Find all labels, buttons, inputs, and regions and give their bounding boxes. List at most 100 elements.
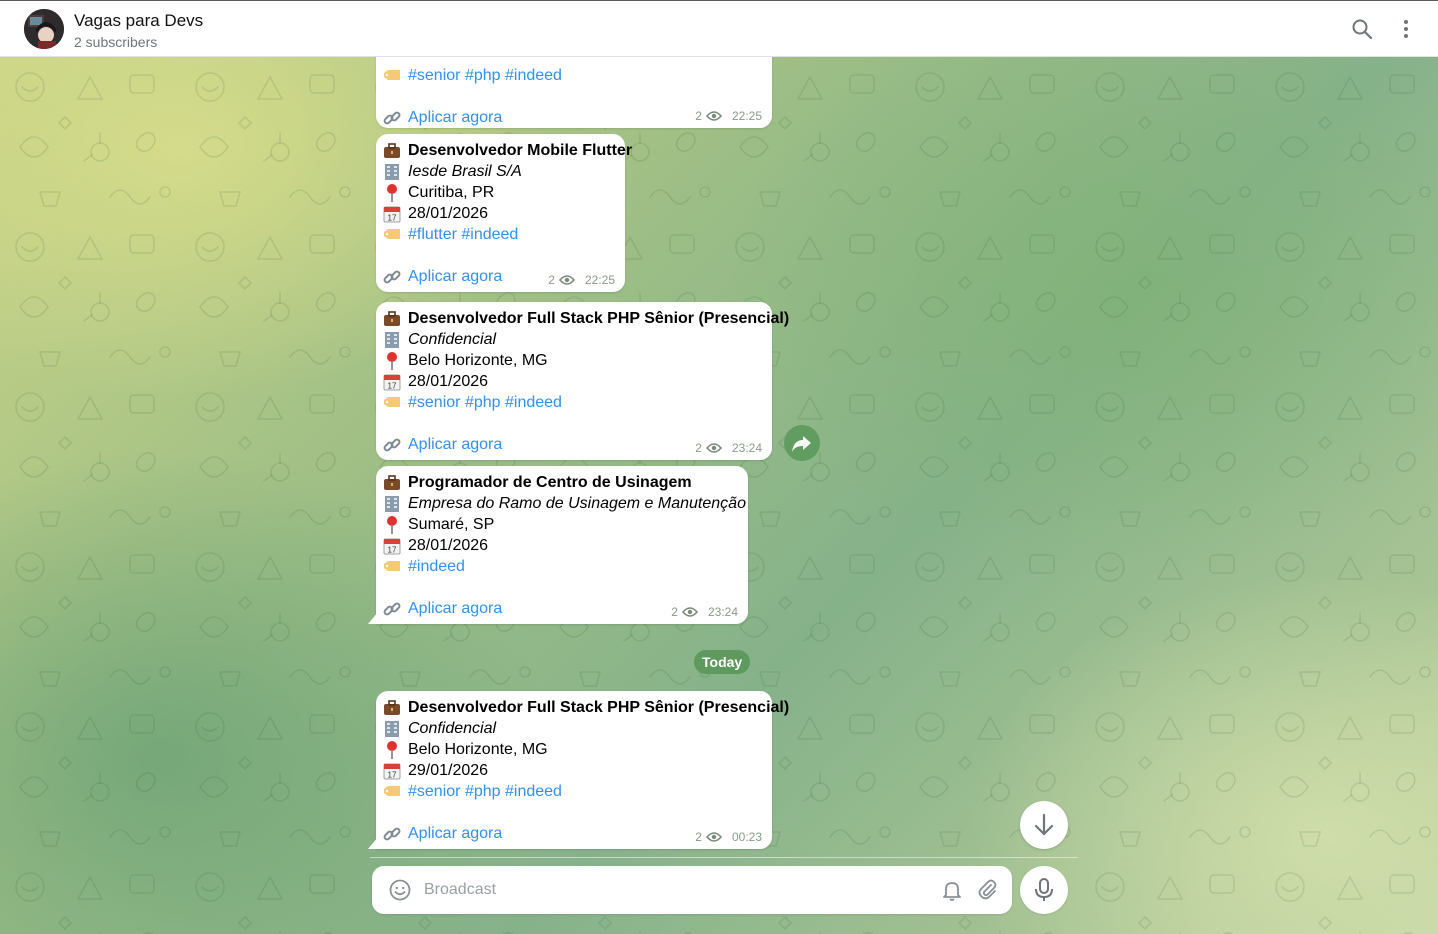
job-date: 28/01/2026 xyxy=(408,373,489,390)
message-meta: 2 23:24 xyxy=(695,441,762,455)
calendar-icon: 17 xyxy=(382,761,402,781)
scroll-to-bottom-button[interactable] xyxy=(1020,801,1068,849)
label-tag-icon xyxy=(382,393,402,413)
company-name: Confidencial xyxy=(408,720,497,737)
job-title-line: Desenvolvedor Full Stack PHP Sênior (Pre… xyxy=(382,308,789,329)
svg-text:17: 17 xyxy=(388,546,397,555)
chat-header[interactable]: Vagas para Devs 2 subscribers xyxy=(0,1,1438,57)
job-title-line: Programador de Centro de Usinagem xyxy=(382,472,740,493)
search-icon[interactable] xyxy=(1350,17,1374,41)
apply-link[interactable]: Aplicar agora xyxy=(408,268,502,285)
message-bubble[interactable]: Desenvolvedor Full Stack PHP Sênior (Pre… xyxy=(376,691,789,849)
job-title: Desenvolvedor Full Stack PHP Sênior (Pre… xyxy=(408,699,790,716)
forward-icon xyxy=(792,436,811,452)
link-icon xyxy=(382,824,402,844)
hashtag-link[interactable]: #php xyxy=(465,67,501,84)
job-location: Belo Horizonte, MG xyxy=(408,352,548,369)
company-line: Confidencial xyxy=(382,718,764,739)
job-location: Belo Horizonte, MG xyxy=(408,741,548,758)
view-count: 2 xyxy=(671,605,678,619)
apply-link[interactable]: Aplicar agora xyxy=(408,109,502,126)
svg-text:17: 17 xyxy=(388,382,397,391)
link-icon xyxy=(382,599,402,619)
label-tag-icon xyxy=(382,782,402,802)
eye-icon xyxy=(705,111,722,121)
hashtag-link[interactable]: #flutter xyxy=(408,226,457,243)
channel-title[interactable]: Vagas para Devs xyxy=(74,11,203,31)
briefcase-icon xyxy=(382,473,402,493)
job-title-line: Desenvolvedor Full Stack PHP Sênior (Pre… xyxy=(382,697,789,718)
company-name: Iesde Brasil S/A xyxy=(408,163,522,180)
job-location: Sumaré, SP xyxy=(408,516,495,533)
channel-avatar[interactable] xyxy=(24,9,64,49)
company-name: Empresa do Ramo de Usinagem e Manutenção xyxy=(408,495,746,512)
location-line: Belo Horizonte, MG xyxy=(382,739,764,760)
hashtag-link[interactable]: #senior xyxy=(408,67,460,84)
office-building-icon xyxy=(382,330,402,350)
emoji-icon[interactable] xyxy=(388,878,412,902)
office-building-icon xyxy=(382,494,402,514)
view-count: 2 xyxy=(695,109,702,123)
date-line: 17 28/01/2026 xyxy=(382,535,740,556)
message-bubble[interactable]: Desenvolvedor Full Stack PHP Sênior (Pre… xyxy=(376,302,789,460)
attach-icon[interactable] xyxy=(976,878,1000,902)
job-title: Desenvolvedor Full Stack PHP Sênior (Pre… xyxy=(408,310,790,327)
message-meta: 2 22:25 xyxy=(695,109,762,123)
round-pushpin-icon xyxy=(382,351,402,371)
eye-icon xyxy=(705,832,722,842)
hashtag-link[interactable]: #indeed xyxy=(505,783,562,800)
calendar-icon: 17 xyxy=(382,536,402,556)
hashtag-link[interactable]: #indeed xyxy=(505,67,562,84)
message-time: 22:25 xyxy=(731,109,762,123)
composer-divider xyxy=(370,857,1078,858)
svg-text:17: 17 xyxy=(388,771,397,780)
tags-line: #indeed xyxy=(382,556,740,577)
message-bubble[interactable]: Programador de Centro de Usinagem Empres… xyxy=(376,466,748,624)
hashtag-link[interactable]: #indeed xyxy=(461,226,518,243)
calendar-icon: 17 xyxy=(382,204,402,224)
microphone-button[interactable] xyxy=(1020,866,1068,914)
date-line: 17 28/01/2026 xyxy=(382,203,617,224)
link-icon xyxy=(382,108,402,128)
message-meta: 2 22:25 xyxy=(548,273,615,287)
hashtag-link[interactable]: #indeed xyxy=(408,558,465,575)
forward-button[interactable] xyxy=(784,425,820,461)
location-line: Curitiba, PR xyxy=(382,182,617,203)
job-title: Programador de Centro de Usinagem xyxy=(408,474,692,491)
tags-line: #senior #php #indeed xyxy=(382,781,764,802)
svg-text:17: 17 xyxy=(388,214,397,223)
label-tag-icon xyxy=(382,557,402,577)
briefcase-icon xyxy=(382,141,402,161)
view-count: 2 xyxy=(695,441,702,455)
round-pushpin-icon xyxy=(382,183,402,203)
hashtag-link[interactable]: #php xyxy=(465,783,501,800)
bell-icon[interactable] xyxy=(940,878,964,902)
apply-link[interactable]: Aplicar agora xyxy=(408,600,502,617)
apply-link[interactable]: Aplicar agora xyxy=(408,825,502,842)
company-line: Empresa do Ramo de Usinagem e Manutenção xyxy=(382,493,746,514)
location-line: Sumaré, SP xyxy=(382,514,740,535)
job-title: Desenvolvedor Mobile Flutter xyxy=(408,142,633,159)
message-time: 00:23 xyxy=(731,830,762,844)
hashtag-link[interactable]: #senior xyxy=(408,394,460,411)
more-vertical-icon[interactable] xyxy=(1394,17,1418,41)
eye-icon xyxy=(681,607,698,617)
message-composer[interactable]: Broadcast xyxy=(372,866,1012,914)
label-tag-icon xyxy=(382,66,402,86)
round-pushpin-icon xyxy=(382,515,402,535)
hashtag-link[interactable]: #senior xyxy=(408,783,460,800)
message-bubble[interactable]: Desenvolvedor Mobile Flutter Iesde Brasi… xyxy=(376,134,632,292)
view-count: 2 xyxy=(695,830,702,844)
apply-link[interactable]: Aplicar agora xyxy=(408,436,502,453)
eye-icon xyxy=(558,275,575,285)
hashtag-link[interactable]: #php xyxy=(465,394,501,411)
tags-line: #senior #php #indeed xyxy=(382,392,764,413)
link-icon xyxy=(382,267,402,287)
label-tag-icon xyxy=(382,225,402,245)
hashtag-link[interactable]: #indeed xyxy=(505,394,562,411)
job-location: Curitiba, PR xyxy=(408,184,495,201)
office-building-icon xyxy=(382,162,402,182)
broadcast-input[interactable]: Broadcast xyxy=(424,866,496,914)
message-bubble[interactable]: #senior #php #indeed Aplicar agora 2 22:… xyxy=(376,57,772,128)
job-date: 28/01/2026 xyxy=(408,537,489,554)
